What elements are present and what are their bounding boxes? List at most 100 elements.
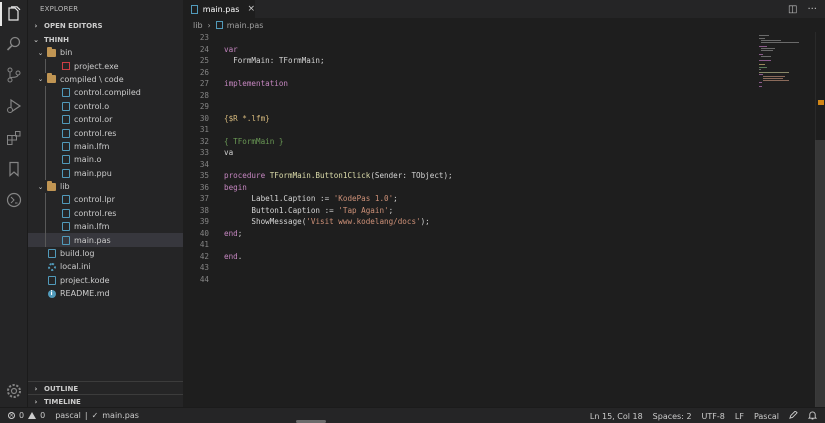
line-number: 29 [199, 102, 209, 111]
tree-file[interactable]: control.res [28, 126, 183, 139]
language-mode[interactable]: Pascal [754, 412, 779, 421]
bookmark-icon[interactable] [0, 155, 28, 183]
tree-file[interactable]: build.log [28, 247, 183, 260]
tree-file[interactable]: main.lfm [28, 140, 183, 153]
scrollbar-thumb[interactable] [815, 140, 825, 407]
timeline-header[interactable]: › TIMELINE [28, 394, 183, 408]
split-editor-icon[interactable]: ◫ [788, 4, 797, 15]
folder-icon [47, 46, 56, 57]
tree-item-label: main.pas [74, 235, 111, 245]
tree-file[interactable]: main.pas [28, 233, 183, 247]
tree-file[interactable]: control.lpr [28, 193, 183, 206]
code-token: . [237, 251, 243, 261]
code-text: end; [224, 228, 242, 240]
line-number: 36 [199, 182, 209, 192]
chevron-right-icon: › [34, 22, 38, 30]
line-number: 25 [199, 56, 209, 65]
end-of-line[interactable]: LF [735, 412, 744, 421]
error-icon[interactable]: × [8, 412, 15, 419]
code-editor[interactable]: 23 24 var 25 FormMain: TFormMain; 26 27 implem… [183, 32, 825, 407]
source-control-icon[interactable] [0, 61, 28, 89]
tree-item-label: project.kode [60, 275, 110, 285]
line-number: 35 [199, 171, 209, 180]
tree-item-label: main.ppu [74, 168, 112, 178]
settings-gear-icon[interactable] [0, 377, 28, 405]
tree-file[interactable]: main.lfm [28, 220, 183, 233]
chevron-down-icon: ⌄ [33, 36, 39, 44]
tree-file[interactable]: control.compiled [28, 86, 183, 99]
folder-icon [47, 73, 56, 84]
code-token: va [224, 148, 234, 157]
file-tree: ⌄ bin project.exe ⌄ compiled \ code control.c… [28, 46, 183, 300]
workspace-header[interactable]: ⌄ THINH [28, 33, 183, 47]
code-text: implementation [224, 78, 288, 90]
search-icon[interactable] [0, 30, 28, 58]
code-token: begin [224, 182, 247, 192]
feedback-icon[interactable] [789, 409, 798, 422]
code-text: end. [224, 251, 242, 263]
tree-folder[interactable]: ⌄ compiled \ code [28, 73, 183, 86]
code-text: var [224, 44, 238, 56]
run-debug-icon[interactable] [0, 92, 28, 120]
remote-icon[interactable] [0, 186, 28, 214]
warning-icon[interactable] [28, 412, 37, 419]
status-file[interactable]: main.pas [102, 411, 139, 420]
minimap[interactable] [757, 32, 815, 92]
line-number: 37 [199, 194, 209, 203]
tree-item-label: lib [60, 182, 70, 192]
tree-folder[interactable]: ⌄ lib [28, 180, 183, 193]
warning-count[interactable]: 0 [40, 411, 45, 420]
tree-file[interactable]: i README.md [28, 287, 183, 300]
breadcrumb-separator: › [207, 20, 211, 30]
more-actions-icon[interactable]: ··· [807, 4, 817, 15]
explorer-icon[interactable] [0, 0, 28, 28]
error-count[interactable]: 0 [19, 411, 24, 420]
indent-guide [45, 86, 46, 180]
encoding[interactable]: UTF-8 [702, 412, 725, 421]
executable-icon [61, 62, 70, 71]
tree-file[interactable]: control.o [28, 100, 183, 113]
code-token: TFormMain.Button1Click [269, 171, 371, 180]
cursor-position[interactable]: Ln 15, Col 18 [590, 412, 643, 421]
code-token: ); [420, 217, 430, 226]
indentation[interactable]: Spaces: 2 [653, 412, 692, 421]
file-icon [61, 155, 70, 165]
tree-file[interactable]: local.ini [28, 260, 183, 273]
file-icon [61, 222, 70, 232]
breadcrumb-file[interactable]: main.pas [227, 21, 264, 30]
check-icon: ✓ [91, 411, 99, 420]
file-icon [61, 235, 70, 245]
editor-scrollbar[interactable] [815, 32, 825, 407]
line-number: 33 [199, 148, 209, 157]
tab-main-pas[interactable]: main.pas × [183, 0, 255, 18]
breadcrumb-folder[interactable]: lib [193, 21, 203, 30]
tree-item-label: bin [60, 48, 73, 58]
tab-bar: main.pas × ◫ ··· [183, 0, 825, 18]
tree-item-label: local.ini [60, 262, 91, 272]
extensions-icon[interactable] [0, 124, 28, 152]
language-indicator-left[interactable]: pascal [55, 411, 81, 420]
outline-header[interactable]: › OUTLINE [28, 381, 183, 395]
explorer-title: EXPLORER [40, 5, 79, 13]
code-token: 'Visit www.kodelang/docs' [306, 217, 421, 226]
tree-file[interactable]: main.o [28, 153, 183, 166]
tree-file[interactable]: control.res [28, 207, 183, 220]
workspace-label: THINH [44, 36, 69, 44]
code-token: {$R *.lfm} [224, 113, 270, 123]
line-number: 26 [199, 67, 209, 77]
code-token: { TFormMain } [224, 136, 284, 146]
tree-item-label: compiled \ code [60, 74, 124, 84]
indent-guide [45, 193, 46, 247]
tree-file[interactable]: main.ppu [28, 167, 183, 180]
code-token: ; [388, 205, 394, 215]
tree-file[interactable]: project.kode [28, 274, 183, 287]
code-text: Label1.Caption := 'KodePas 1.0'; [224, 193, 397, 205]
tree-file[interactable]: control.or [28, 113, 183, 126]
notifications-bell-icon[interactable] [807, 411, 818, 422]
tree-folder[interactable]: ⌄ bin [28, 46, 183, 59]
line-number: 23 [199, 33, 209, 42]
open-editors-header[interactable]: › OPEN EDITORS [28, 19, 183, 33]
tree-file[interactable]: project.exe [28, 59, 183, 72]
code-token: Button1.Caption := [224, 205, 339, 215]
close-icon[interactable]: × [247, 4, 255, 14]
